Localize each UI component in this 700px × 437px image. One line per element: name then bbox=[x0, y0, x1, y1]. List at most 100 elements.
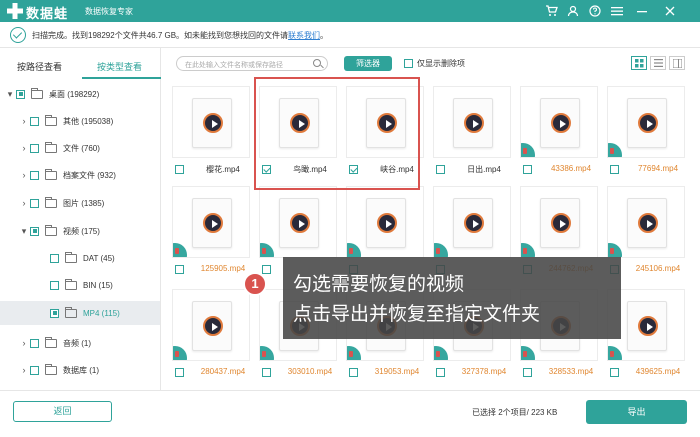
tree-item-checkbox[interactable] bbox=[30, 198, 39, 208]
file-thumbnail[interactable] bbox=[607, 186, 685, 258]
tree-item-checkbox[interactable] bbox=[30, 143, 39, 153]
file-thumbnail[interactable] bbox=[520, 86, 598, 158]
file-thumbnail[interactable] bbox=[172, 86, 250, 158]
tree-item-checkbox[interactable] bbox=[30, 170, 39, 180]
file-checkbox-wrap[interactable] bbox=[436, 368, 445, 377]
tree-item-checkbox[interactable] bbox=[50, 308, 59, 318]
file-checkbox-wrap[interactable] bbox=[523, 368, 532, 377]
tree-item-checkbox[interactable] bbox=[30, 116, 39, 126]
cart-icon[interactable] bbox=[543, 3, 559, 19]
file-checkbox-wrap[interactable] bbox=[610, 368, 619, 377]
file-checkbox-wrap[interactable] bbox=[610, 165, 619, 174]
file-tile[interactable]: 280437.mp4 bbox=[172, 289, 252, 377]
minimize-icon[interactable] bbox=[634, 3, 650, 19]
export-button[interactable]: 导出 bbox=[586, 400, 687, 424]
file-tile[interactable]: 日出.mp4 bbox=[433, 86, 513, 174]
grid-view-button[interactable] bbox=[631, 56, 647, 70]
tree-item-checkbox[interactable] bbox=[50, 253, 59, 263]
tree-item[interactable]: BIN (15) bbox=[0, 273, 160, 297]
tree-item[interactable]: › 档案文件 (932) bbox=[0, 163, 160, 187]
collapse-arrow-icon[interactable]: › bbox=[18, 143, 30, 153]
app-logo-icon bbox=[7, 3, 23, 19]
file-checkbox[interactable] bbox=[175, 165, 184, 174]
file-thumbnail[interactable] bbox=[520, 186, 598, 258]
file-checkbox-wrap[interactable] bbox=[523, 165, 532, 174]
file-checkbox-wrap[interactable] bbox=[175, 265, 184, 274]
list-view-button[interactable] bbox=[650, 56, 666, 70]
file-checkbox[interactable] bbox=[175, 368, 184, 377]
expand-arrow-icon[interactable]: ▾ bbox=[4, 89, 16, 100]
show-deleted-only-toggle[interactable]: 仅显示删除项 bbox=[404, 58, 465, 69]
tree-item[interactable]: › 数据库 (1) bbox=[0, 358, 160, 382]
help-icon[interactable] bbox=[587, 3, 603, 19]
tree-item-checkbox[interactable] bbox=[16, 89, 25, 99]
file-checkbox-wrap[interactable] bbox=[436, 165, 445, 174]
file-checkbox[interactable] bbox=[436, 368, 445, 377]
tree-item[interactable]: › 文件 (760) bbox=[0, 136, 160, 160]
tree-item-checkbox[interactable] bbox=[30, 365, 39, 375]
contact-us-link[interactable]: 联系我们 bbox=[288, 31, 320, 40]
file-tile[interactable]: 77694.mp4 bbox=[607, 86, 687, 174]
file-thumbnail[interactable] bbox=[172, 289, 250, 361]
file-checkbox[interactable] bbox=[610, 368, 619, 377]
step-number-badge: 1 bbox=[243, 272, 267, 296]
collapse-arrow-icon[interactable]: › bbox=[18, 338, 30, 348]
file-checkbox[interactable] bbox=[175, 265, 184, 274]
play-icon bbox=[203, 113, 223, 133]
file-thumbnail[interactable] bbox=[346, 186, 424, 258]
detail-view-button[interactable] bbox=[669, 56, 685, 70]
file-checkbox[interactable] bbox=[523, 368, 532, 377]
video-file-icon bbox=[540, 98, 580, 148]
file-checkbox[interactable] bbox=[262, 265, 271, 274]
play-icon bbox=[203, 316, 223, 336]
tree-item[interactable]: ▾ 桌面 (198292) bbox=[0, 82, 160, 106]
show-deleted-only-checkbox[interactable] bbox=[404, 59, 413, 68]
search-input[interactable]: 在此处输入文件名称或保存路径 bbox=[176, 56, 328, 71]
tree-item-checkbox[interactable] bbox=[30, 226, 39, 236]
user-icon[interactable] bbox=[565, 3, 581, 19]
file-tile[interactable]: 125905.mp4 bbox=[172, 186, 252, 274]
file-thumbnail[interactable] bbox=[259, 186, 337, 258]
tree-item[interactable]: › 其他 (195038) bbox=[0, 109, 160, 133]
collapse-arrow-icon[interactable]: › bbox=[18, 170, 30, 180]
file-thumbnail[interactable] bbox=[433, 186, 511, 258]
selection-info: 已选择 2个项目/ 223 KB bbox=[472, 408, 558, 417]
file-checkbox-wrap[interactable] bbox=[349, 368, 358, 377]
tree-item[interactable]: ▾ 视频 (175) bbox=[0, 219, 160, 243]
file-checkbox[interactable] bbox=[349, 368, 358, 377]
menu-icon[interactable] bbox=[609, 3, 625, 19]
back-button[interactable]: 返回 bbox=[13, 401, 112, 422]
tree-item-label: 桌面 (198292) bbox=[49, 89, 100, 99]
file-tile[interactable]: 43386.mp4 bbox=[520, 86, 600, 174]
file-checkbox[interactable] bbox=[436, 165, 445, 174]
tree-item[interactable]: DAT (45) bbox=[0, 246, 160, 270]
file-checkbox-wrap[interactable] bbox=[262, 368, 271, 377]
file-checkbox-wrap[interactable] bbox=[175, 165, 184, 174]
collapse-arrow-icon[interactable]: › bbox=[18, 116, 30, 126]
tab-by-path[interactable]: 按路径查看 bbox=[17, 60, 62, 73]
folder-icon bbox=[45, 196, 57, 208]
tab-by-type[interactable]: 按类型查看 bbox=[97, 60, 142, 73]
file-checkbox[interactable] bbox=[610, 165, 619, 174]
file-thumbnail[interactable] bbox=[433, 86, 511, 158]
expand-arrow-icon[interactable]: ▾ bbox=[18, 226, 30, 237]
file-checkbox-wrap[interactable] bbox=[262, 265, 271, 274]
close-icon[interactable] bbox=[662, 3, 678, 19]
tree-item-checkbox[interactable] bbox=[50, 280, 59, 290]
video-file-icon bbox=[627, 98, 667, 148]
file-checkbox[interactable] bbox=[523, 165, 532, 174]
file-tile[interactable]: 樱花.mp4 bbox=[172, 86, 252, 174]
tree-item-label: 图片 (1385) bbox=[63, 198, 105, 208]
filter-button[interactable]: 筛选器 bbox=[344, 56, 392, 71]
tree-item-checkbox[interactable] bbox=[30, 338, 39, 348]
search-icon[interactable] bbox=[313, 59, 321, 67]
tree-item[interactable]: › 图片 (1385) bbox=[0, 191, 160, 215]
collapse-arrow-icon[interactable]: › bbox=[18, 198, 30, 208]
file-checkbox-wrap[interactable] bbox=[175, 368, 184, 377]
file-thumbnail[interactable] bbox=[607, 86, 685, 158]
tree-item[interactable]: › 音频 (1) bbox=[0, 331, 160, 355]
file-thumbnail[interactable] bbox=[172, 186, 250, 258]
collapse-arrow-icon[interactable]: › bbox=[18, 365, 30, 375]
file-checkbox[interactable] bbox=[262, 368, 271, 377]
tree-item[interactable]: MP4 (115) bbox=[0, 301, 160, 325]
